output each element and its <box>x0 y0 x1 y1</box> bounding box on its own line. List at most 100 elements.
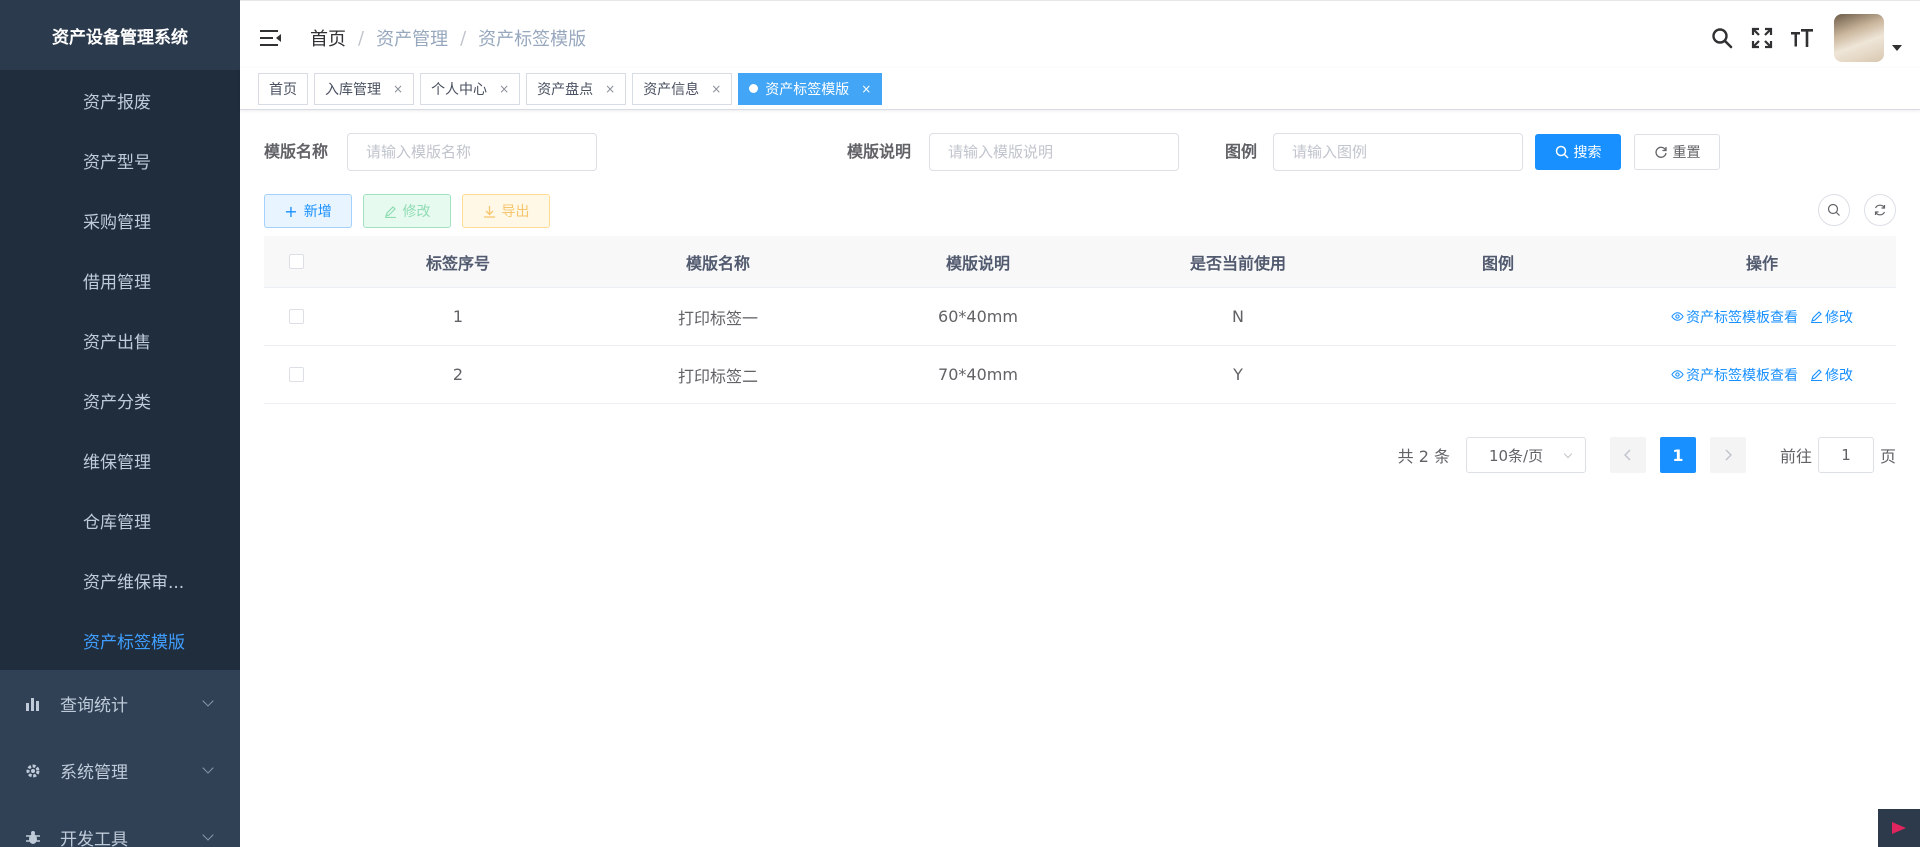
close-icon[interactable]: × <box>711 82 721 96</box>
next-page-button[interactable] <box>1709 437 1746 473</box>
hamburger-icon[interactable] <box>260 29 282 47</box>
table-toolbar: + 新增 修改 导出 <box>264 194 1896 228</box>
close-icon[interactable]: × <box>605 82 615 96</box>
edit-row-label: 修改 <box>1825 309 1853 326</box>
pagination: 共 2 条 10条/页 1 前往 页 <box>1398 437 1896 473</box>
tag-home[interactable]: 首页 <box>258 72 308 105</box>
page-number-1[interactable]: 1 <box>1659 437 1696 473</box>
font-size-icon[interactable] <box>1788 24 1816 52</box>
breadcrumb-separator: / <box>358 27 365 49</box>
gear-icon <box>24 762 42 780</box>
sidebar-item-warehouse[interactable]: 仓库管理 <box>0 490 240 550</box>
caret-down-icon[interactable] <box>1892 45 1902 51</box>
tag-profile[interactable]: 个人中心 × <box>420 72 521 105</box>
page-size-select[interactable]: 10条/页 <box>1465 437 1586 473</box>
edit-icon <box>384 205 396 218</box>
sidebar-item-borrow[interactable]: 借用管理 <box>0 250 240 310</box>
cell-is-current: N <box>1232 307 1244 326</box>
table-header: 标签序号 模版名称 模版说明 是否当前使用 图例 操作 <box>264 236 1896 288</box>
fullscreen-icon[interactable] <box>1748 24 1776 52</box>
tag-label: 个人中心 <box>431 81 488 98</box>
close-icon[interactable]: × <box>499 82 509 96</box>
refresh-button[interactable] <box>1864 194 1896 226</box>
sidebar-item-maintenance-review[interactable]: 资产维保审... <box>0 550 240 610</box>
column-header: 是否当前使用 <box>1189 253 1286 273</box>
search-icon <box>1555 145 1569 159</box>
export-button[interactable]: 导出 <box>462 194 550 228</box>
app-logo-title[interactable]: 资产设备管理系统 <box>0 0 240 70</box>
tag-label-template[interactable]: 资产标签模版 × <box>738 72 883 105</box>
goto-page-input[interactable] <box>1817 437 1874 473</box>
table-row: 2 打印标签二 70*40mm Y 资产标签模板查看 修改 <box>264 346 1896 404</box>
download-icon <box>483 205 495 218</box>
search-icon <box>1827 203 1840 216</box>
sidebar-submenu: 资产报废 资产型号 采购管理 借用管理 资产出售 资产分类 维保管理 仓库管理 … <box>0 70 240 670</box>
chevron-down-icon <box>202 695 214 707</box>
tag-asset-info[interactable]: 资产信息 × <box>632 72 733 105</box>
table-row: 1 打印标签一 60*40mm N 资产标签模板查看 修改 <box>264 288 1896 346</box>
export-button-label: 导出 <box>501 204 530 220</box>
row-checkbox[interactable] <box>288 309 304 324</box>
search-button[interactable]: 搜索 <box>1535 134 1621 170</box>
view-template-label: 资产标签模板查看 <box>1686 309 1798 326</box>
bug-icon <box>24 829 42 847</box>
close-icon[interactable]: × <box>861 82 871 96</box>
template-desc-input[interactable] <box>929 133 1179 171</box>
tag-label: 资产盘点 <box>537 81 594 98</box>
legend-input[interactable] <box>1273 133 1523 171</box>
tag-label: 首页 <box>269 81 297 98</box>
reset-button[interactable]: 重置 <box>1634 134 1720 170</box>
sidebar-item-purchase[interactable]: 采购管理 <box>0 190 240 250</box>
sidebar-group-system[interactable]: 系统管理 <box>0 737 240 804</box>
toggle-search-button[interactable] <box>1818 194 1850 226</box>
search-icon[interactable] <box>1708 24 1736 52</box>
user-avatar[interactable] <box>1834 14 1884 62</box>
chevron-down-icon <box>202 829 214 841</box>
tag-inventory[interactable]: 资产盘点 × <box>526 72 627 105</box>
prev-page-button[interactable] <box>1609 437 1646 473</box>
column-header: 图例 <box>1481 253 1514 273</box>
cell-template-name: 打印标签二 <box>677 366 758 386</box>
top-border <box>240 0 1920 8</box>
breadcrumb-current: 资产标签模版 <box>478 29 587 50</box>
sidebar-item-asset-category[interactable]: 资产分类 <box>0 370 240 430</box>
breadcrumb-home[interactable]: 首页 <box>310 25 346 51</box>
add-button-label: 新增 <box>303 204 332 220</box>
chevron-down-icon <box>1563 449 1573 459</box>
app-root: 资产设备管理系统 资产报废 资产型号 采购管理 借用管理 资产出售 资产分类 维… <box>0 0 1920 847</box>
sidebar: 资产设备管理系统 资产报废 资产型号 采购管理 借用管理 资产出售 资产分类 维… <box>0 0 240 847</box>
sidebar-item-asset-scrap[interactable]: 资产报废 <box>0 70 240 130</box>
close-icon[interactable]: × <box>393 82 403 96</box>
sidebar-item-maintenance[interactable]: 维保管理 <box>0 430 240 490</box>
edit-row-link[interactable]: 修改 <box>1810 307 1853 327</box>
sidebar-item-label-template[interactable]: 资产标签模版 <box>0 610 240 670</box>
tag-inbound[interactable]: 入库管理 × <box>314 72 415 105</box>
eye-icon <box>1671 312 1684 321</box>
sidebar-item-asset-model[interactable]: 资产型号 <box>0 130 240 190</box>
sidebar-group-dev-tools[interactable]: 开发工具 <box>0 804 240 847</box>
refresh-icon <box>1874 204 1886 216</box>
sidebar-group-query-stats[interactable]: 查询统计 <box>0 670 240 737</box>
view-template-link[interactable]: 资产标签模板查看 <box>1671 365 1798 385</box>
row-checkbox[interactable] <box>288 367 304 382</box>
reset-button-label: 重置 <box>1672 145 1701 161</box>
edit-icon <box>1811 311 1822 323</box>
column-header: 标签序号 <box>425 253 490 273</box>
page-size-value: 10条/页 <box>1488 446 1544 465</box>
tag-label: 资产标签模版 <box>765 81 850 98</box>
template-table: 标签序号 模版名称 模版说明 是否当前使用 图例 操作 1 打印标签一 60*4… <box>264 236 1896 404</box>
view-template-link[interactable]: 资产标签模板查看 <box>1671 307 1798 327</box>
select-all-checkbox[interactable] <box>288 254 304 269</box>
main-area: 首页 / 资产管理 / 资产标签模版 首页 入库管理 × 个人中心 × 资产盘点… <box>240 0 1920 847</box>
edit-row-link[interactable]: 修改 <box>1810 365 1853 385</box>
sidebar-item-asset-sale[interactable]: 资产出售 <box>0 310 240 370</box>
column-header: 模版说明 <box>945 253 1010 273</box>
floating-widget[interactable] <box>1878 809 1920 847</box>
template-name-input[interactable] <box>347 133 597 171</box>
cell-label-no: 2 <box>452 365 464 384</box>
edit-button[interactable]: 修改 <box>363 194 451 228</box>
add-button[interactable]: + 新增 <box>264 194 352 228</box>
template-desc-label: 模版说明 <box>847 142 912 161</box>
cell-template-desc: 60*40mm <box>938 307 1018 326</box>
column-header: 操作 <box>1745 253 1778 273</box>
